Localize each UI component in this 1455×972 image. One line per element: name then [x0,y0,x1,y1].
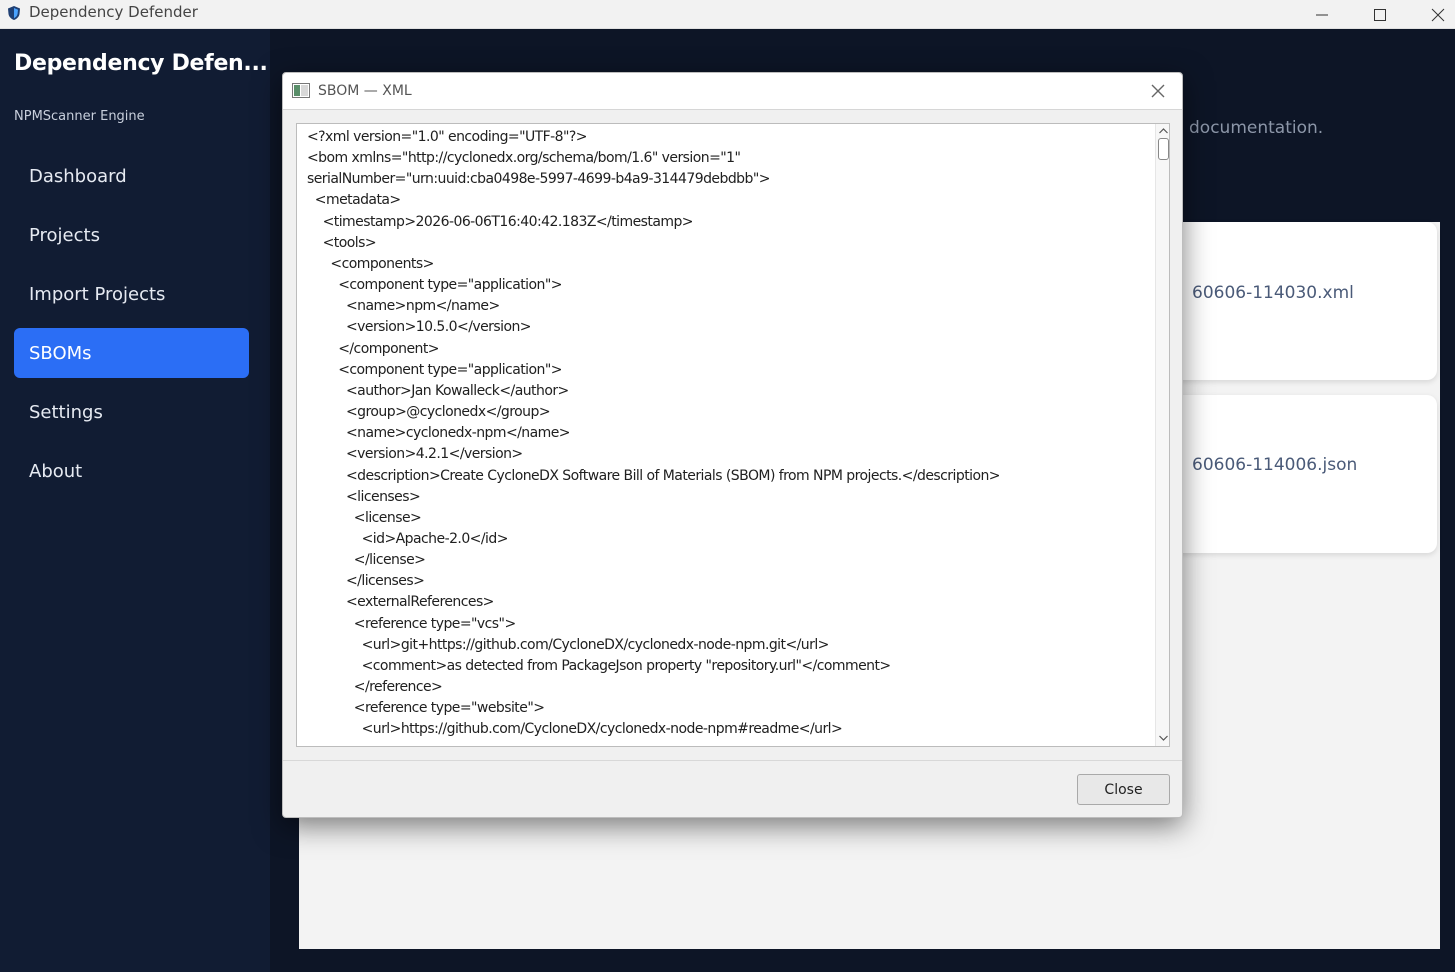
xml-line: <metadata> [307,192,401,209]
brand-title: Dependency Defen... [14,51,268,76]
dialog-close-icon[interactable] [1149,82,1167,100]
sidebar-nav: Dashboard Projects Import Projects SBOMs… [14,151,249,505]
xml-line: <component type="application"> [307,277,562,294]
xml-line: <reference type="vcs"> [307,615,516,632]
xml-line: <url>git+https://github.com/CycloneDX/cy… [307,636,830,653]
sidebar-item-import-projects[interactable]: Import Projects [14,269,249,319]
xml-line: <?xml version="1.0" encoding="UTF-8"?> [307,129,588,145]
window-titlebar: Dependency Defender [0,0,1455,29]
brand-subtitle: NPMScanner Engine [14,109,145,124]
xml-line: <license> [307,509,422,526]
sidebar-item-sboms[interactable]: SBOMs [14,328,249,378]
xml-line: <group>@cyclonedx</group> [307,404,551,421]
scrollbar-thumb[interactable] [1158,138,1169,160]
xml-line: </reference> [307,679,443,696]
xml-line: <author>Jan Kowalleck</author> [307,382,569,399]
sidebar-item-about[interactable]: About [14,446,249,496]
vertical-scrollbar[interactable] [1155,124,1169,746]
sidebar-item-settings[interactable]: Settings [14,387,249,437]
close-icon [1431,8,1445,21]
xml-line: <version>10.5.0</version> [307,319,532,336]
xml-line: <bom xmlns="http://cyclonedx.org/schema/… [307,150,741,167]
sbom-card[interactable]: 60606-114030.xml [1179,222,1437,380]
sbom-xml-dialog: SBOM — XML <?xml version="1.0" encoding=… [282,72,1183,818]
dialog-titlebar: SBOM — XML [283,73,1182,110]
xml-line: </license> [307,552,426,569]
dialog-title: SBOM — XML [318,83,412,99]
documentation-text: documentation. [1189,118,1324,138]
window-icon [292,83,310,98]
sidebar-item-projects[interactable]: Projects [14,210,249,260]
xml-line: <licenses> [307,488,421,505]
scroll-up-arrow-icon[interactable] [1158,126,1169,136]
maximize-icon [1374,8,1386,21]
close-button[interactable]: Close [1077,774,1170,805]
minimize-button[interactable] [1293,0,1351,29]
sbom-card[interactable]: 60606-114006.json [1179,395,1437,553]
minimize-icon [1316,14,1328,15]
xml-line: <name>npm</name> [307,298,500,315]
xml-line: <comment>as detected from PackageJson pr… [307,657,892,674]
xml-line: <tools> [307,234,377,251]
xml-line: <timestamp>2026-06-06T16:40:42.183Z</tim… [307,213,694,230]
shield-icon [8,6,20,20]
xml-line: <description>Create CycloneDX Software B… [307,467,1001,484]
scroll-down-arrow-icon[interactable] [1158,733,1169,743]
xml-line: <version>4.2.1</version> [307,446,523,463]
window-title: Dependency Defender [29,3,198,21]
xml-line: <id>Apache-2.0</id> [307,530,509,547]
xml-line: <externalReferences> [307,594,494,611]
xml-line: serialNumber="urn:uuid:cba0498e-5997-469… [307,171,770,188]
xml-line: </component> [307,340,439,357]
xml-line: <reference type="website"> [307,700,545,717]
xml-text-area[interactable]: <?xml version="1.0" encoding="UTF-8"?> <b… [296,123,1170,747]
xml-line: <component type="application"> [307,361,562,378]
dialog-divider [283,760,1182,761]
sbom-filename: 60606-114006.json [1192,455,1358,475]
xml-line: </licenses> [307,573,425,590]
maximize-button[interactable] [1351,0,1409,29]
xml-content: <?xml version="1.0" encoding="UTF-8"?> <b… [307,127,1152,741]
xml-line: <name>cyclonedx-npm</name> [307,425,571,442]
xml-line: <url>https://github.com/CycloneDX/cyclon… [307,721,843,738]
sidebar: Dependency Defen... NPMScanner Engine Da… [0,29,270,972]
sbom-filename: 60606-114030.xml [1192,283,1354,303]
window-close-button[interactable] [1409,0,1455,29]
sidebar-item-dashboard[interactable]: Dashboard [14,151,249,201]
xml-line: <components> [307,255,434,272]
